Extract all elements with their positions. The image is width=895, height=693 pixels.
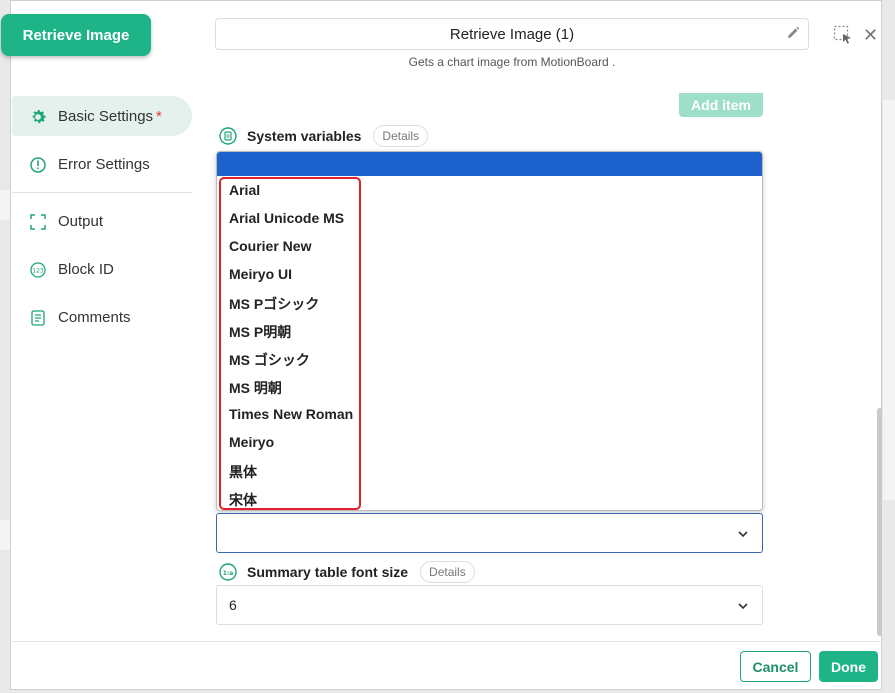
system-variables-section: System variables Details <box>218 125 429 147</box>
block-tag: Retrieve Image <box>1 14 151 56</box>
close-icon[interactable]: ✕ <box>863 26 878 44</box>
background-fragment <box>883 100 895 500</box>
background-fragment <box>0 520 10 550</box>
alert-circle-icon <box>30 157 46 173</box>
number-icon: 1:a <box>219 563 237 581</box>
sidebar-item-output[interactable]: Output <box>12 201 192 241</box>
chevron-down-icon <box>738 531 748 538</box>
comments-icon <box>31 310 45 326</box>
font-dropdown-list[interactable]: Arial Arial Unicode MS Courier New Meiry… <box>216 151 763 511</box>
scrollbar[interactable] <box>877 408 882 636</box>
sidebar-divider <box>12 192 192 193</box>
sidebar-item-block-id[interactable]: 123 Block ID <box>12 249 192 289</box>
system-variables-icon <box>219 127 237 145</box>
summary-font-size-value: 6 <box>229 597 237 613</box>
sidebar-item-comments[interactable]: Comments <box>12 297 192 337</box>
font-select[interactable] <box>216 513 763 553</box>
sidebar-item-label: Error Settings <box>58 155 150 173</box>
details-button[interactable]: Details <box>420 561 475 583</box>
footer-divider <box>10 641 882 642</box>
background-fragment <box>0 190 10 220</box>
sidebar-item-error-settings[interactable]: Error Settings <box>12 144 192 184</box>
gear-icon <box>32 110 46 124</box>
sidebar-item-label: Block ID <box>58 260 114 278</box>
pencil-icon[interactable] <box>786 26 800 40</box>
block-subtitle: Gets a chart image from MotionBoard . <box>408 55 616 69</box>
cancel-button[interactable]: Cancel <box>740 651 811 682</box>
block-title-field[interactable]: Retrieve Image (1) <box>215 18 809 50</box>
highlight-box <box>219 177 361 510</box>
svg-text:123: 123 <box>32 268 44 275</box>
dropdown-selected-option[interactable] <box>217 152 762 176</box>
summary-font-size-select[interactable]: 6 <box>216 585 763 625</box>
done-button[interactable]: Done <box>819 651 878 682</box>
sidebar-item-label: Basic Settings <box>58 107 154 125</box>
svg-text:1:a: 1:a <box>223 570 234 577</box>
output-bracket-icon <box>30 214 46 230</box>
required-mark: * <box>156 107 162 125</box>
add-item-button[interactable]: Add item <box>679 93 763 117</box>
details-button[interactable]: Details <box>373 125 429 147</box>
sidebar-item-label: Comments <box>58 308 131 326</box>
system-variables-label: System variables <box>247 128 362 144</box>
summary-font-size-section: 1:a Summary table font size Details <box>218 561 475 583</box>
selection-pointer-icon[interactable] <box>833 25 853 45</box>
chevron-down-icon <box>738 603 748 610</box>
block-title-text: Retrieve Image (1) <box>449 25 575 43</box>
block-id-icon: 123 <box>30 262 46 278</box>
sidebar-item-label: Output <box>58 212 104 230</box>
sidebar-item-basic-settings[interactable]: Basic Settings * <box>12 96 192 136</box>
summary-font-size-label: Summary table font size <box>247 564 409 580</box>
